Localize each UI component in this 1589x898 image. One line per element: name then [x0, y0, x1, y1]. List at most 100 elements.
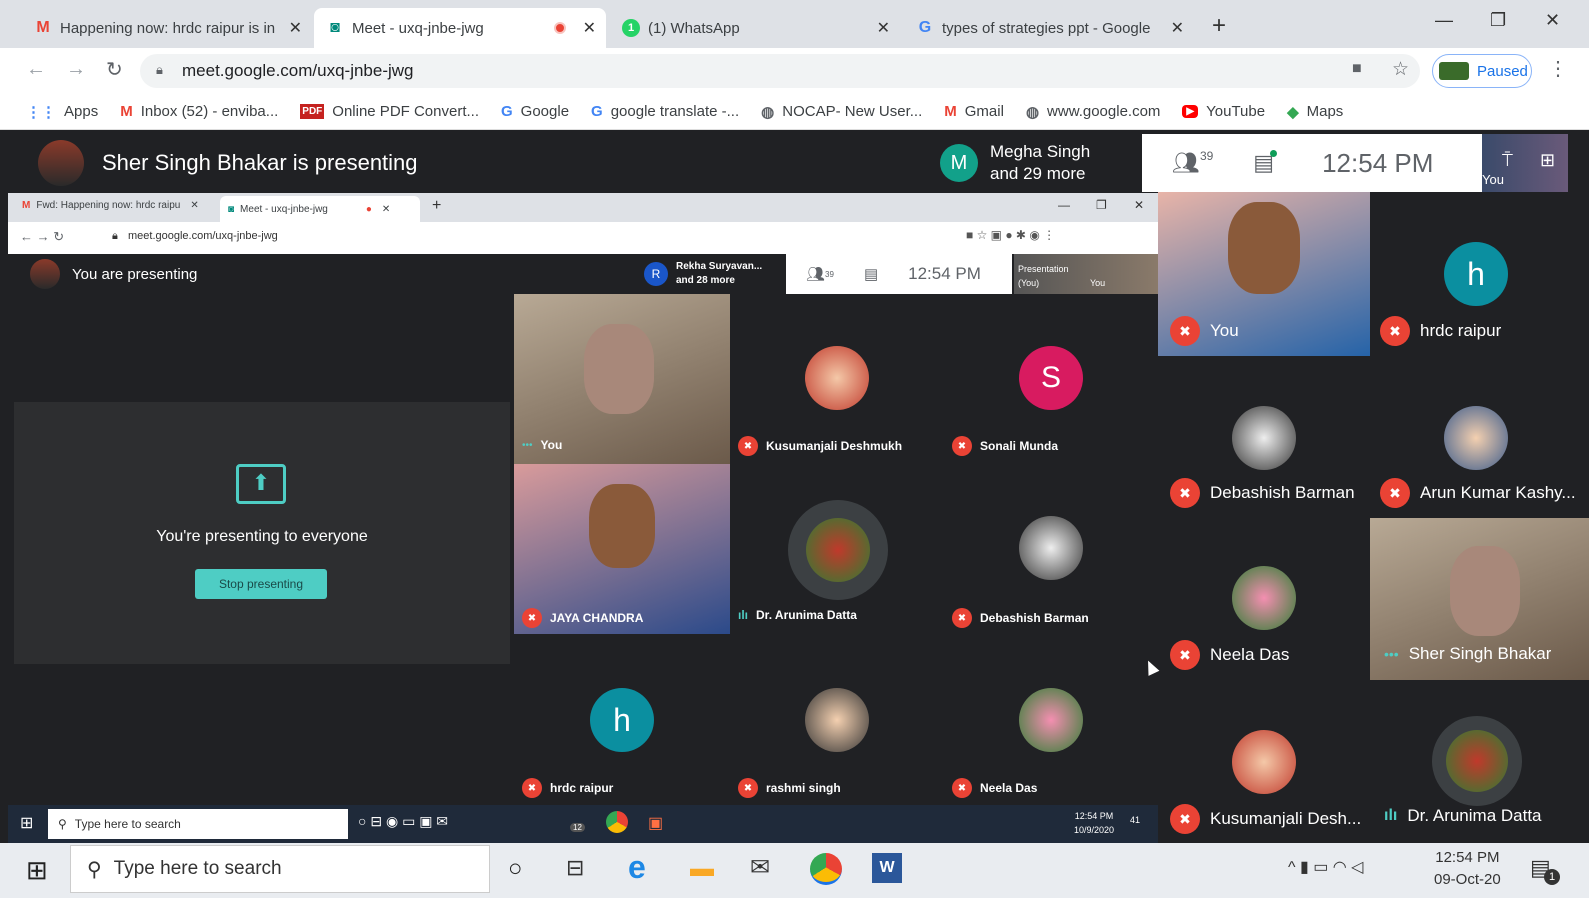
presenting-text: You are presenting	[72, 265, 198, 283]
new-tab-icon[interactable]: +	[1212, 12, 1226, 40]
presenter-avatar	[30, 259, 60, 289]
layout-icon[interactable]: ⊞	[1540, 150, 1555, 171]
avatar	[1446, 730, 1508, 792]
tab-google[interactable]: G types of strategies ppt - Google ✕	[904, 8, 1194, 48]
bookmark-nocap[interactable]: ◍ NOCAP- New User...	[761, 103, 922, 121]
youtube-icon: ▶	[1182, 105, 1199, 118]
tile-label: ✖ Debashish Barman	[1170, 478, 1355, 508]
bookmark-youtube[interactable]: ▶ YouTube	[1182, 103, 1265, 120]
tab-gmail[interactable]: M Happening now: hrdc raipur is in ✕	[22, 8, 312, 48]
profile-paused-button[interactable]: Paused	[1432, 54, 1532, 88]
sidebar-tile[interactable]: ✖ Debashish Barman	[1158, 356, 1370, 518]
restore-icon[interactable]: ❐	[1490, 10, 1506, 31]
sidebar-tile[interactable]: ✖ Arun Kumar Kashy...	[1370, 356, 1589, 518]
tile-label: ✖ JAYA CHANDRA	[522, 608, 643, 628]
sidebar-tile-you[interactable]: ✖ You	[1158, 192, 1370, 356]
google-icon: G	[501, 103, 513, 120]
presenting-panel: ⬆ You're presenting to everyone Stop pre…	[14, 402, 510, 664]
self-view-thumbnail[interactable]: ⍑ ⊞ You	[1482, 134, 1568, 192]
tile-label: ✖ You	[1170, 316, 1239, 346]
inner-tile: ılı Dr. Arunima Datta	[730, 464, 944, 634]
tab-meet[interactable]: ◙ Meet - uxq-jnbe-jwg ✕	[314, 8, 606, 48]
bookmark-maps[interactable]: ◆ Maps	[1287, 103, 1343, 121]
taskbar-search-box[interactable]: ⚲ Type here to search	[70, 845, 490, 893]
person-photo	[1450, 546, 1520, 636]
clock-date: 10/9/2020	[1074, 825, 1115, 835]
pdf-icon: PDF	[300, 104, 325, 119]
inner-url-text: meet.google.com/uxq-jnbe-jwg	[128, 230, 278, 242]
bookmark-label: www.google.com	[1047, 103, 1161, 120]
word-icon[interactable]: W	[872, 853, 902, 883]
system-tray-icons[interactable]: ^ ▮ ▭ ◠ ◁	[1288, 857, 1363, 877]
menu-icon[interactable]: ⋮	[1548, 56, 1568, 81]
bookmark-pdf[interactable]: PDF Online PDF Convert...	[300, 103, 479, 120]
bookmark-label: Google	[520, 103, 570, 120]
participant-chip[interactable]: M Megha Singh and 29 more	[930, 134, 1142, 192]
inner-tab-gmail: M Fwd: Happening now: hrdc raipu ✕	[22, 200, 199, 211]
people-icon: 👥︎	[806, 266, 826, 283]
reload-icon[interactable]: ↻	[106, 57, 123, 82]
system-clock[interactable]: 12:54 PM 09-Oct-20	[1434, 847, 1501, 891]
people-count: 39	[1199, 149, 1214, 163]
inner-participant-grid: ••• You ✖ Kusumanjali Deshmukh S ✖ Sonali M…	[514, 294, 1158, 804]
close-icon[interactable]: ✕	[877, 18, 890, 38]
participant-name: Dr. Arunima Datta	[756, 608, 857, 622]
inner-tab-title: Fwd: Happening now: hrdc raipu	[36, 200, 181, 211]
tile-label: ✖ Neela Das	[1170, 640, 1289, 670]
pin-icon[interactable]: ⍑	[1502, 150, 1513, 171]
you-label: You	[1090, 278, 1106, 288]
mic-off-icon: ✖	[1170, 640, 1200, 670]
back-icon: ← → ↻	[20, 229, 65, 244]
chrome-icon[interactable]	[810, 853, 842, 885]
camera-icon[interactable]: ■	[1352, 60, 1362, 78]
windows-icon: ⊞	[20, 815, 34, 832]
mail-icon[interactable]: ✉	[750, 853, 770, 882]
avatar: S	[1019, 346, 1083, 410]
avatar-ring	[788, 500, 888, 600]
tab-whatsapp[interactable]: 1 (1) WhatsApp ✕	[610, 8, 900, 48]
search-placeholder: Type here to search	[113, 858, 282, 879]
back-icon[interactable]: ←	[26, 58, 46, 81]
participant-name: Arun Kumar Kashy...	[1420, 483, 1576, 502]
sidebar-tile[interactable]: ✖ Kusumanjali Desh...	[1158, 680, 1370, 840]
close-icon[interactable]: ✕	[289, 18, 302, 38]
gmail-icon: M	[36, 19, 50, 36]
windows-start-icon[interactable]: ⊞	[26, 855, 48, 886]
tab-title: Meet - uxq-jnbe-jwg	[352, 19, 484, 37]
bookmark-translate[interactable]: Ggoogle translate -...	[591, 103, 739, 120]
stop-presenting-button[interactable]: Stop presenting	[195, 569, 327, 599]
sidebar-tile[interactable]: ✖ Neela Das	[1158, 518, 1370, 680]
bookmark-inbox[interactable]: M Inbox (52) - enviba...	[120, 103, 278, 120]
task-view-icon[interactable]: ⊟	[566, 855, 584, 881]
clock-time: 12:54 PM	[1435, 849, 1500, 866]
close-icon[interactable]: ✕	[1171, 18, 1184, 38]
bookmark-label: NOCAP- New User...	[782, 103, 923, 120]
participant-name: You	[1210, 321, 1239, 340]
bookmarks-bar: ⋮⋮ Apps M Inbox (52) - enviba... PDF Online…	[0, 94, 1589, 130]
url-bar[interactable]: 🔒︎ meet.google.com/uxq-jnbe-jwg ■ ☆	[140, 54, 1420, 88]
tile-label: ✖ hrdc raipur	[522, 778, 613, 798]
file-explorer-icon[interactable]: ▬	[690, 855, 714, 883]
people-icon[interactable]: 👥︎	[1172, 150, 1200, 176]
chip-line2: and 28 more	[676, 275, 735, 286]
chat-icon[interactable]: ▤	[1253, 150, 1278, 176]
avatar	[806, 518, 870, 582]
participant-name: Dr. Arunima Datta	[1407, 806, 1542, 825]
bookmark-gmail[interactable]: M Gmail	[944, 103, 1004, 120]
sidebar-tile[interactable]: h ✖ hrdc raipur	[1370, 192, 1589, 356]
speaking-icon: ılı	[738, 608, 749, 622]
close-icon[interactable]: ✕	[583, 18, 596, 38]
inner-participant-chip: R Rekha Suryavan... and 28 more	[638, 254, 786, 294]
star-icon[interactable]: ☆	[1392, 58, 1409, 81]
bookmark-google-com[interactable]: ◍ www.google.com	[1026, 103, 1160, 121]
forward-icon[interactable]: →	[66, 58, 86, 81]
window-close-icon[interactable]: ✕	[1545, 10, 1560, 31]
bookmark-apps[interactable]: ⋮⋮ Apps	[26, 103, 98, 121]
minimize-icon[interactable]: —	[1435, 10, 1453, 31]
sidebar-tile-sher-singh[interactable]: ••• Sher Singh Bhakar	[1370, 518, 1589, 680]
bookmark-google[interactable]: G Google	[501, 103, 569, 120]
cortana-icon[interactable]: ○	[508, 855, 523, 883]
sidebar-tile[interactable]: ılı Dr. Arunima Datta	[1370, 680, 1589, 840]
edge-icon[interactable]: e	[628, 849, 646, 886]
inner-tile: ✖ rashmi singh	[730, 634, 944, 804]
